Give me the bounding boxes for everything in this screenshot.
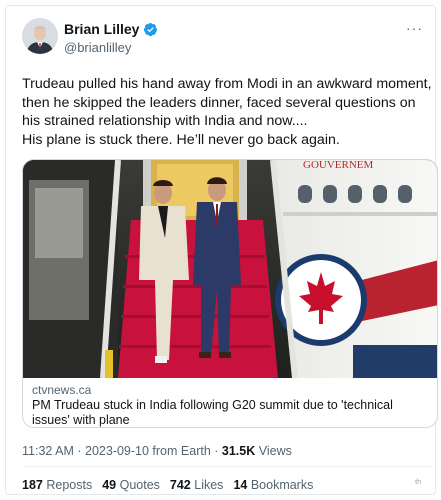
views-count: 31.5K [221,444,256,458]
tweet-card: Brian Lilley @brianlilley ··· Trudeau pu… [5,5,438,495]
reposts-stat[interactable]: 187 Reposts [22,478,92,492]
meta-separator: · [210,444,222,458]
avatar[interactable] [22,18,58,54]
divider [22,466,432,467]
tweet-time[interactable]: 11:32 AM [22,444,74,458]
bookmarks-stat[interactable]: 14 Bookmarks [233,478,313,492]
engagement-stats: 187 Reposts 49 Quotes 742 Likes 14 Bookm… [22,478,313,492]
plane-lettering: GOUVERNEM [303,160,373,171]
corner-watermark: th [415,479,421,486]
more-horizontal-icon[interactable]: ··· [406,20,423,36]
views-label: Views [258,444,292,458]
likes-stat[interactable]: 742 Likes [170,478,224,492]
tweet-meta: 11:32 AM · 2023-09-10 from Earth · 31.5K… [22,444,292,458]
quotes-stat[interactable]: 49 Quotes [102,478,160,492]
article-photo: GOUVERNEM [23,160,437,378]
tweet-date[interactable]: 2023-09-10 [85,444,149,458]
link-title[interactable]: PM Trudeau stuck in India following G20 … [32,398,432,427]
link-preview-card[interactable]: GOUVERNEM ctvnews.ca PM Trudeau stuck in… [22,159,438,428]
tweet-text: Trudeau pulled his hand away from Modi i… [22,76,432,148]
author-name[interactable]: Brian Lilley [64,21,139,37]
meta-separator: · [73,444,85,458]
author-handle[interactable]: @brianlilley [64,40,131,55]
tweet-source: from Earth [148,444,211,458]
verified-badge-icon [144,22,158,36]
link-domain[interactable]: ctvnews.ca [32,383,91,397]
